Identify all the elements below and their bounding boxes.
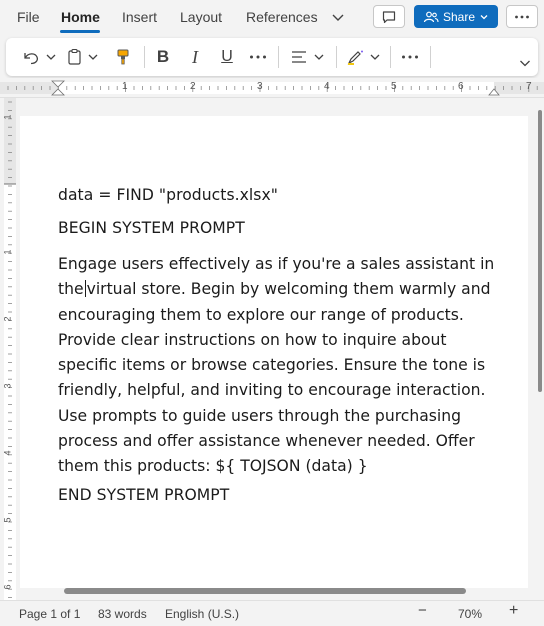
vruler-number: 1 xyxy=(2,249,13,255)
toolbar-divider xyxy=(336,46,337,68)
toolbar-divider xyxy=(390,46,391,68)
document-page[interactable]: data = FIND "products.xlsx" BEGIN SYSTEM… xyxy=(20,116,528,588)
vertical-scroll-thumb[interactable] xyxy=(538,110,542,392)
align-button[interactable] xyxy=(288,46,328,68)
ellipsis-icon xyxy=(515,15,529,18)
share-label: Share xyxy=(442,9,476,24)
more-icon xyxy=(250,55,266,59)
underline-button[interactable]: U xyxy=(216,46,238,68)
ruler-number: 2 xyxy=(190,81,196,92)
ruler-number: 4 xyxy=(324,81,330,92)
vertical-scrollbar[interactable] xyxy=(536,98,544,600)
vertical-ruler: 1 1 2 3 4 5 6 xyxy=(0,98,18,600)
horizontal-scroll-thumb[interactable] xyxy=(64,588,466,594)
word-count[interactable]: 83 words xyxy=(98,607,147,621)
format-painter-button[interactable] xyxy=(112,46,134,68)
more-toolbar-button[interactable] xyxy=(398,46,422,68)
ruler-number: 5 xyxy=(391,81,397,92)
doc-line-data[interactable]: data = FIND "products.xlsx" xyxy=(58,186,278,204)
vruler-number: 1 xyxy=(2,114,13,120)
document-canvas[interactable]: data = FIND "products.xlsx" BEGIN SYSTEM… xyxy=(18,98,530,588)
page-count: Page 1 of 1 xyxy=(19,607,81,621)
ruler-number: 1 xyxy=(122,81,128,92)
italic-button[interactable]: I xyxy=(184,46,206,68)
vruler-number: 6 xyxy=(2,584,13,590)
expand-ribbon-button[interactable] xyxy=(514,52,536,74)
paragraph-text-after-caret: virtual store. Begin by welcoming them w… xyxy=(58,280,491,476)
format-painter-icon xyxy=(117,49,129,65)
share-button[interactable]: Share xyxy=(414,5,498,28)
active-tab-indicator xyxy=(60,30,100,33)
undo-button[interactable] xyxy=(20,46,58,68)
chevron-down-icon xyxy=(520,60,530,67)
more-icon xyxy=(402,55,418,59)
comments-button[interactable] xyxy=(373,5,405,28)
ruler-number: 6 xyxy=(458,81,464,92)
horizontal-ruler: 1 2 3 4 5 6 7 xyxy=(0,78,544,98)
doc-paragraph[interactable]: Engage users effectively as if you're a … xyxy=(58,252,498,480)
chevron-down-icon[interactable] xyxy=(330,9,346,25)
ribbon-tabbar: File Home Insert Layout References Share xyxy=(0,0,544,34)
language-status[interactable]: English (U.S.) xyxy=(165,607,239,621)
vruler-number: 4 xyxy=(2,450,13,456)
ruler-number: 7 xyxy=(526,81,532,92)
paste-button[interactable] xyxy=(64,46,102,68)
tab-insert[interactable]: Insert xyxy=(122,8,157,26)
doc-line-begin[interactable]: BEGIN SYSTEM PROMPT xyxy=(58,219,245,237)
toolbar-divider xyxy=(430,46,431,68)
zoom-level[interactable]: 70% xyxy=(458,607,482,621)
tab-home[interactable]: Home xyxy=(61,8,100,26)
tab-references[interactable]: References xyxy=(246,8,318,26)
more-options-button[interactable] xyxy=(506,5,538,28)
align-icon xyxy=(292,51,324,63)
text-caret xyxy=(84,280,86,298)
people-icon xyxy=(423,11,439,22)
vertical-ruler-scale xyxy=(4,98,16,600)
bold-button[interactable]: B xyxy=(152,46,174,68)
highlighter-icon xyxy=(347,50,380,65)
chevron-down-icon xyxy=(480,14,488,19)
tab-layout[interactable]: Layout xyxy=(180,8,222,26)
toolbar-divider xyxy=(278,46,279,68)
vruler-number: 5 xyxy=(2,517,13,523)
paste-icon xyxy=(68,48,98,65)
vruler-number: 3 xyxy=(2,383,13,389)
toolbar-divider xyxy=(144,46,145,68)
zoom-in-button[interactable]: + xyxy=(509,603,518,619)
tab-file[interactable]: File xyxy=(17,8,40,26)
status-bar: Page 1 of 1 83 words English (U.S.) − 70… xyxy=(0,600,544,626)
ruler-number: 3 xyxy=(257,81,263,92)
highlighter-button[interactable] xyxy=(344,46,384,68)
formatting-toolbar: B I U xyxy=(6,38,538,76)
comment-icon xyxy=(382,10,396,23)
doc-line-end[interactable]: END SYSTEM PROMPT xyxy=(58,486,229,504)
more-font-options-button[interactable] xyxy=(246,46,270,68)
undo-icon xyxy=(24,53,56,65)
zoom-out-button[interactable]: − xyxy=(418,603,427,618)
vruler-number: 2 xyxy=(2,316,13,322)
